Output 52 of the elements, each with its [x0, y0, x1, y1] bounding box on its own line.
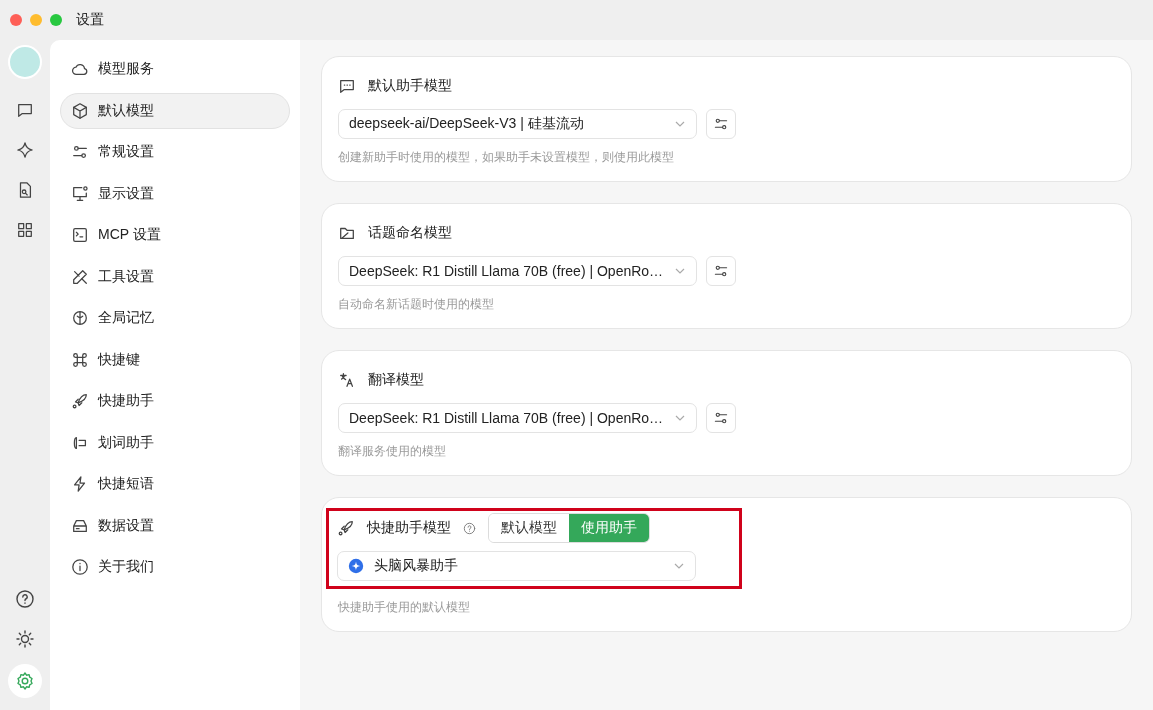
cube-icon [71, 101, 89, 120]
sidebar-item[interactable]: 全局记忆 [60, 300, 290, 336]
close-button[interactable] [10, 14, 22, 26]
sidebar-item[interactable]: 数据设置 [60, 507, 290, 544]
section-title: 翻译模型 [368, 371, 424, 389]
sliders-icon [713, 410, 729, 426]
rocket-icon [71, 392, 89, 410]
model-settings-button[interactable] [706, 403, 736, 433]
help-icon[interactable] [463, 521, 476, 535]
model-settings-button[interactable] [706, 109, 736, 139]
sidebar-item[interactable]: 默认模型 [60, 92, 290, 129]
terminal-icon [71, 226, 89, 244]
settings-icon [15, 671, 35, 691]
monitor-icon [71, 184, 89, 203]
section-title: 默认助手模型 [368, 77, 452, 95]
grid-icon [16, 221, 34, 239]
assistant-logo-icon [348, 558, 364, 574]
sun-icon [15, 629, 35, 649]
model-select[interactable]: deepseek-ai/DeepSeek-V3 | 硅基流动 [338, 109, 697, 139]
model-select[interactable]: DeepSeek: R1 Distill Llama 70B (free) | OpenRo… [338, 256, 697, 286]
tools-icon [71, 267, 89, 286]
sidebar-item[interactable]: 划词助手 [60, 424, 290, 461]
sliders-icon [713, 116, 729, 132]
sidebar-item[interactable]: 模型服务 [60, 51, 290, 87]
chat-bubble-icon [338, 77, 356, 95]
sidebar-item[interactable]: 关于我们 [60, 549, 290, 585]
model-select[interactable]: 头脑风暴助手 [337, 551, 696, 581]
help-icon [15, 589, 35, 609]
info-icon [71, 558, 89, 576]
section-title: 话题命名模型 [368, 224, 452, 242]
sidebar-item[interactable]: MCP 设置 [60, 217, 290, 253]
section-description: 翻译服务使用的模型 [338, 444, 447, 459]
translate-icon [338, 371, 356, 389]
window-title: 设置 [76, 11, 104, 29]
sliders-icon [71, 143, 89, 161]
command-key-icon [71, 350, 89, 369]
sparkle-icon [16, 141, 34, 159]
model-settings-button[interactable] [706, 256, 736, 286]
sidebar-item[interactable]: 常规设置 [60, 134, 290, 170]
chat-bubble-icon [16, 101, 34, 119]
model-select[interactable]: DeepSeek: R1 Distill Llama 70B (free) | OpenRo… [338, 403, 697, 433]
section-description: 自动命名新话题时使用的模型 [338, 297, 495, 312]
section-title: 快捷助手模型 [367, 519, 451, 537]
rocket-icon [337, 519, 355, 537]
sidebar-item[interactable]: 快捷助手 [60, 383, 290, 419]
sliders-icon [713, 263, 729, 279]
section-description: 快捷助手使用的默认模型 [338, 600, 471, 615]
sidebar-item[interactable]: 快捷键 [60, 341, 290, 378]
sidebar-item[interactable]: 快捷短语 [60, 466, 290, 502]
sidebar-item[interactable]: 工具设置 [60, 258, 290, 295]
section-description: 创建新助手时使用的模型，如果助手未设置模型，则使用此模型 [338, 150, 675, 165]
sidebar-item[interactable]: 显示设置 [60, 175, 290, 212]
